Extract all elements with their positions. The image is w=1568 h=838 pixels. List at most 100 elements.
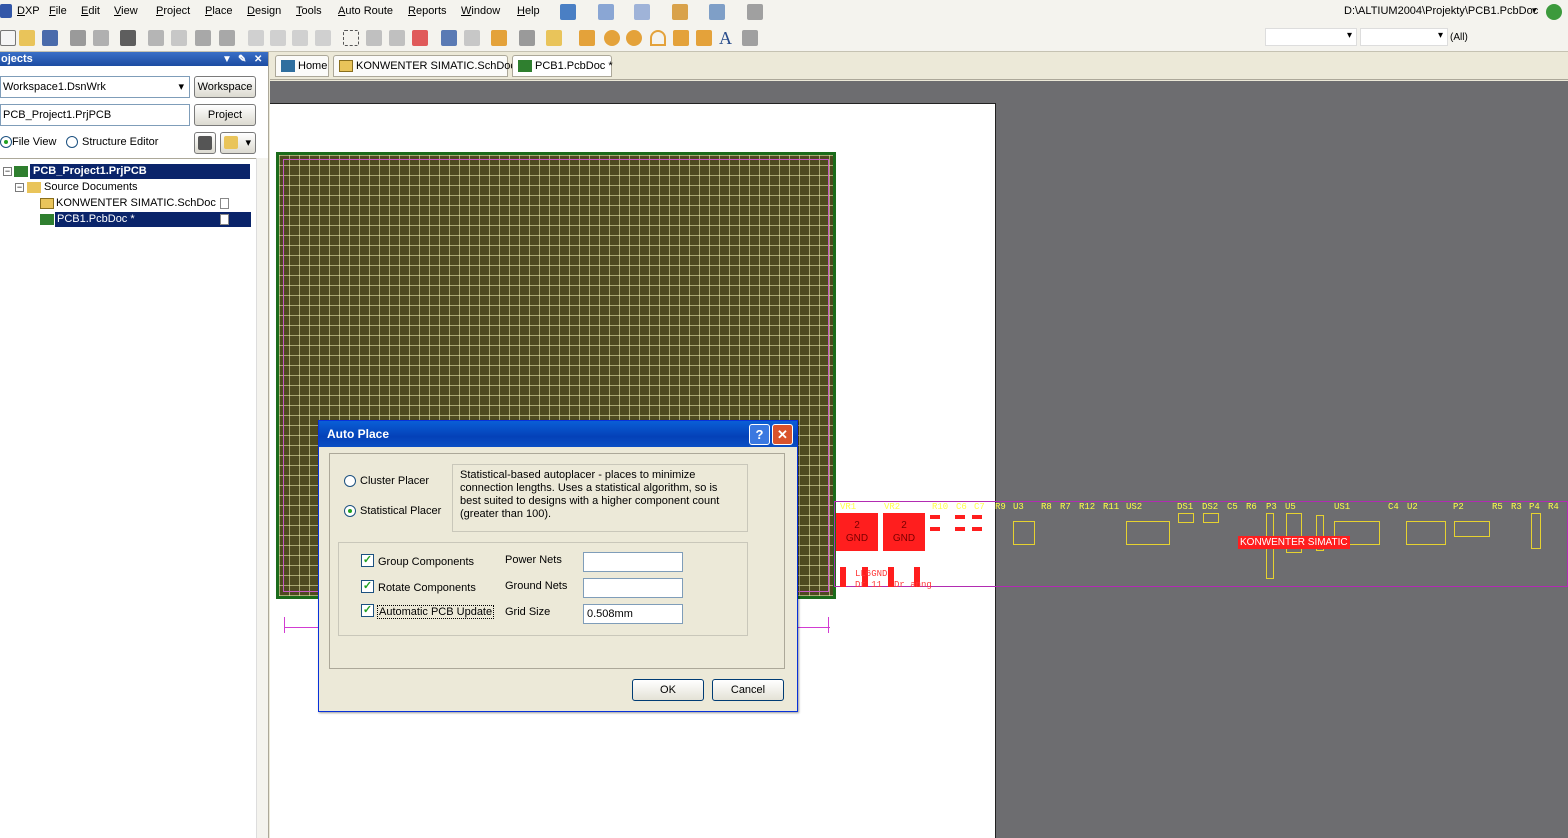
copy-icon[interactable]	[270, 30, 286, 46]
print-icon[interactable]	[70, 30, 86, 46]
zoom-filter-icon[interactable]	[219, 30, 235, 46]
pad[interactable]	[955, 515, 965, 519]
statistical-placer-label[interactable]: Statistical Placer	[360, 505, 441, 517]
pad[interactable]	[972, 515, 982, 519]
project-options-button[interactable]	[194, 132, 216, 154]
pad[interactable]	[840, 567, 846, 587]
move-icon[interactable]	[366, 30, 382, 46]
align-icon[interactable]	[598, 4, 614, 20]
component-label[interactable]: KONWENTER SIMATIC	[1238, 536, 1350, 549]
deselect-icon[interactable]	[389, 30, 405, 46]
pad[interactable]	[955, 527, 965, 531]
footprint-ds2[interactable]	[1203, 513, 1219, 523]
panel-menu-icon[interactable]: ▼	[222, 53, 232, 67]
panel-scrollbar[interactable]	[256, 158, 268, 838]
menu-edit[interactable]: Edit	[81, 5, 100, 17]
footprint-u2[interactable]	[1406, 521, 1446, 545]
file-view-radio[interactable]	[0, 136, 12, 148]
layer-combo[interactable]: ▾	[1265, 28, 1357, 46]
group-components-label[interactable]: Group Components	[378, 556, 474, 568]
paste-icon[interactable]	[292, 30, 308, 46]
highlight-icon[interactable]	[491, 30, 507, 46]
pad-vr1[interactable]: 2 GND	[836, 513, 878, 551]
footprint-u3[interactable]	[1013, 521, 1035, 545]
project-expander[interactable]: −	[3, 167, 12, 176]
ground-nets-input[interactable]	[583, 578, 683, 598]
workspace-button[interactable]: Workspace	[194, 76, 256, 98]
menu-tools[interactable]: Tools	[296, 5, 322, 17]
text-size-icon[interactable]	[634, 4, 650, 20]
footprint-p2[interactable]	[1454, 521, 1490, 537]
project-menu-button[interactable]: ▾	[220, 132, 256, 154]
menu-auto-route[interactable]: Auto Route	[338, 5, 393, 17]
back-icon[interactable]	[1546, 4, 1562, 20]
zoom-area-icon[interactable]	[171, 30, 187, 46]
statistical-placer-radio[interactable]	[344, 505, 356, 517]
save-icon[interactable]	[42, 30, 58, 46]
ok-button[interactable]: OK	[632, 679, 704, 701]
pad-icon[interactable]	[604, 30, 620, 46]
component-icon[interactable]	[742, 30, 758, 46]
open-icon[interactable]	[19, 30, 35, 46]
menu-window[interactable]: Window	[461, 5, 500, 17]
folder-expander[interactable]: −	[15, 183, 24, 192]
dialog-title-bar[interactable]: Auto Place ? ✕	[319, 421, 797, 447]
pad[interactable]	[972, 527, 982, 531]
group-components-checkbox[interactable]: ✓	[361, 554, 374, 567]
rubber-stamp-icon[interactable]	[315, 30, 331, 46]
structure-editor-radio[interactable]	[66, 136, 78, 148]
tab-pcbdoc[interactable]: PCB1.PcbDoc *	[512, 55, 613, 77]
workspace-select[interactable]: Workspace1.DsnWrk ▾	[0, 76, 190, 98]
project-button[interactable]: Project	[194, 104, 256, 126]
interactive-route-icon[interactable]	[579, 30, 595, 46]
filter-combo[interactable]: ▾	[1360, 28, 1448, 46]
footprint-p4[interactable]	[1531, 513, 1541, 549]
pad-vr2[interactable]: 2 GND	[883, 513, 925, 551]
cut-icon[interactable]	[248, 30, 264, 46]
zoom-selected-icon[interactable]	[195, 30, 211, 46]
help-icon[interactable]	[546, 30, 562, 46]
auto-pcb-update-checkbox[interactable]: ✓	[361, 604, 374, 617]
auto-pcb-update-label[interactable]: Automatic PCB Update	[377, 605, 495, 619]
menu-view[interactable]: View	[114, 5, 138, 17]
footprint-us2[interactable]	[1126, 521, 1170, 545]
fill-icon[interactable]	[673, 30, 689, 46]
arc-icon[interactable]	[650, 30, 666, 46]
pad[interactable]	[930, 527, 940, 531]
footprint-ds1[interactable]	[1178, 513, 1194, 523]
polygon-icon[interactable]	[696, 30, 712, 46]
pin-icon[interactable]: ✎	[238, 53, 246, 67]
browse-icon[interactable]	[519, 30, 535, 46]
menu-project[interactable]: Project	[156, 5, 190, 17]
menu-dxp[interactable]: DXP	[17, 5, 40, 17]
power-nets-input[interactable]	[583, 552, 683, 572]
string-icon[interactable]: A	[719, 28, 732, 49]
help-button[interactable]: ?	[749, 424, 770, 445]
tab-schdoc[interactable]: KONWENTER SIMATIC.SchDoc	[333, 55, 516, 77]
menu-reports[interactable]: Reports	[408, 5, 447, 17]
menu-file[interactable]: File	[49, 5, 67, 17]
dxp-logo-icon[interactable]	[0, 4, 12, 18]
project-field[interactable]: PCB_Project1.PrjPCB	[0, 104, 190, 126]
clear-icon[interactable]	[412, 30, 428, 46]
undo-icon[interactable]	[441, 30, 457, 46]
file-view-label[interactable]: File View	[12, 136, 56, 148]
structure-editor-label[interactable]: Structure Editor	[82, 136, 158, 148]
document-path[interactable]: D:\ALTIUM2004\Projekty\PCB1.PcbDoc	[1344, 5, 1538, 17]
cluster-placer-label[interactable]: Cluster Placer	[360, 475, 429, 487]
redo-icon[interactable]	[464, 30, 480, 46]
tree-item-schdoc[interactable]: KONWENTER SIMATIC.SchDoc	[56, 196, 216, 211]
layer-icon[interactable]	[709, 4, 725, 20]
pad[interactable]	[930, 515, 940, 519]
via-icon[interactable]	[626, 30, 642, 46]
filter-value[interactable]: (All)	[1450, 32, 1468, 43]
cluster-placer-radio[interactable]	[344, 475, 356, 487]
layers-icon[interactable]	[120, 30, 136, 46]
menu-place[interactable]: Place	[205, 5, 233, 17]
menu-design[interactable]: Design	[247, 5, 281, 17]
tree-item-project[interactable]: PCB_Project1.PrjPCB	[30, 164, 250, 179]
rotate-components-label[interactable]: Rotate Components	[378, 582, 476, 594]
grid-size-input[interactable]: 0.508mm	[583, 604, 683, 624]
route-icon[interactable]	[560, 4, 576, 20]
grid-icon[interactable]	[747, 4, 763, 20]
